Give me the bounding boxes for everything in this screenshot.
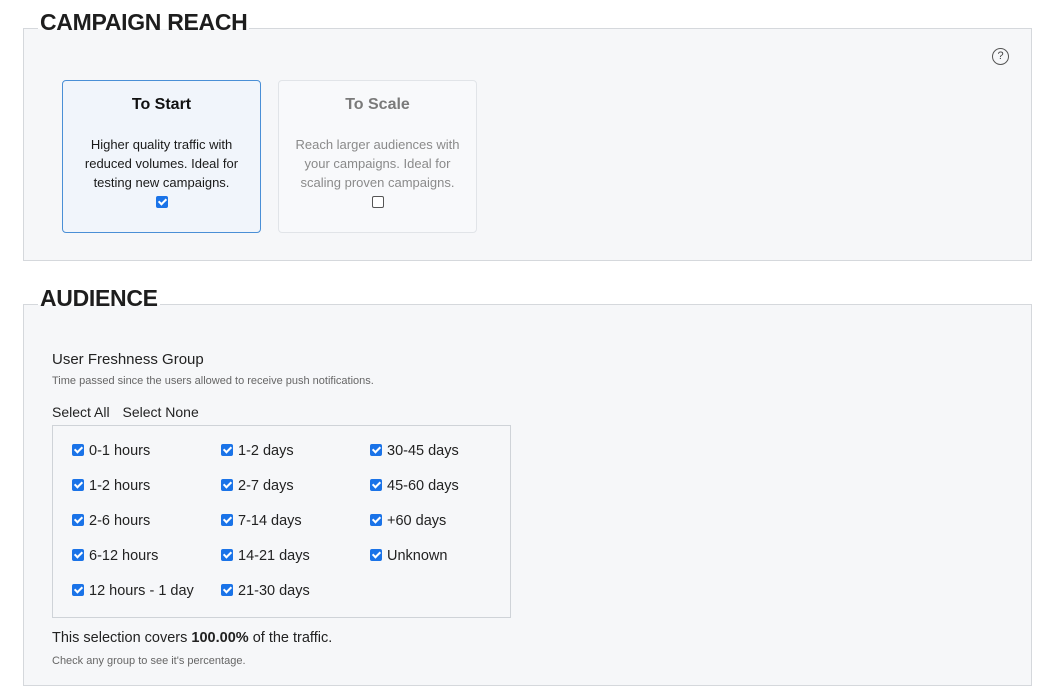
group-label: 2-6 hours bbox=[89, 513, 151, 529]
group-checkbox[interactable] bbox=[72, 478, 84, 491]
group-label: +60 days bbox=[387, 513, 447, 529]
option-description: Higher quality traffic with reduced volu… bbox=[84, 137, 239, 190]
group-label: 1-2 days bbox=[238, 443, 294, 459]
group-item[interactable]: 21-30 days bbox=[221, 583, 310, 618]
group-label: 12 hours - 1 day bbox=[89, 583, 194, 599]
group-checkbox[interactable] bbox=[72, 443, 84, 456]
group-item[interactable]: 30-45 days bbox=[370, 443, 459, 478]
group-checkbox[interactable] bbox=[221, 478, 233, 491]
option-title: To Start bbox=[131, 96, 192, 113]
group-label: 30-45 days bbox=[387, 443, 459, 459]
group-item[interactable]: 14-21 days bbox=[221, 548, 310, 583]
coverage-hint: Check any group to see it's percentage. bbox=[52, 655, 246, 667]
group-checkbox[interactable] bbox=[72, 548, 84, 561]
coverage-suffix: of the traffic. bbox=[248, 630, 333, 646]
group-label: 6-12 hours bbox=[89, 548, 159, 564]
option-description: Reach larger audiences with your campaig… bbox=[295, 137, 460, 190]
freshness-group-hint: Time passed since the users allowed to r… bbox=[52, 375, 374, 387]
select-links: Select All Select None bbox=[52, 404, 208, 420]
group-checkbox[interactable] bbox=[221, 583, 233, 596]
coverage-value: 100.00% bbox=[191, 630, 249, 646]
group-checkbox[interactable] bbox=[221, 548, 233, 561]
group-item[interactable]: Unknown bbox=[370, 548, 459, 583]
group-checkbox[interactable] bbox=[370, 513, 382, 526]
option-title: To Scale bbox=[345, 96, 410, 113]
group-label: 2-7 days bbox=[238, 478, 294, 494]
group-item[interactable]: 2-6 hours bbox=[72, 513, 194, 548]
group-label: 45-60 days bbox=[387, 478, 459, 494]
group-checkbox[interactable] bbox=[72, 583, 84, 596]
coverage-prefix: This selection covers bbox=[52, 630, 192, 646]
group-item[interactable]: 6-12 hours bbox=[72, 548, 194, 583]
group-label: 1-2 hours bbox=[89, 478, 151, 494]
group-item[interactable]: 1-2 hours bbox=[72, 478, 194, 513]
group-item[interactable]: 0-1 hours bbox=[72, 443, 194, 478]
group-label: Unknown bbox=[387, 548, 448, 564]
group-label: 21-30 days bbox=[238, 583, 310, 599]
group-item[interactable]: 45-60 days bbox=[370, 478, 459, 513]
group-checkbox[interactable] bbox=[370, 548, 382, 561]
freshness-groups-box: 0-1 hours 1-2 hours 2-6 hours 6-12 hours… bbox=[52, 425, 511, 618]
group-checkbox[interactable] bbox=[370, 478, 382, 491]
group-label: 7-14 days bbox=[238, 513, 302, 529]
option-checkbox[interactable] bbox=[371, 195, 384, 208]
group-checkbox[interactable] bbox=[370, 443, 382, 456]
group-item[interactable]: 2-7 days bbox=[221, 478, 310, 513]
group-checkbox[interactable] bbox=[72, 513, 84, 526]
select-all-link[interactable]: Select All bbox=[52, 404, 110, 420]
coverage-text: This selection covers 100.00% of the tra… bbox=[52, 630, 332, 646]
group-checkbox[interactable] bbox=[221, 513, 233, 526]
help-icon[interactable]: ? bbox=[992, 48, 1009, 65]
group-checkbox[interactable] bbox=[221, 443, 233, 456]
group-label: 0-1 hours bbox=[89, 443, 151, 459]
group-column: 1-2 days 2-7 days 7-14 days 14-21 days 2… bbox=[221, 443, 310, 618]
audience-panel: AUDIENCE User Freshness Group Time passe… bbox=[23, 285, 1032, 686]
group-item[interactable]: 12 hours - 1 day bbox=[72, 583, 194, 618]
reach-option-to-scale[interactable]: To Scale Reach larger audiences with you… bbox=[278, 80, 477, 233]
audience-title: AUDIENCE bbox=[38, 285, 160, 312]
campaign-reach-panel: CAMPAIGN REACH ? To Start Higher quality… bbox=[23, 9, 1032, 261]
select-none-link[interactable]: Select None bbox=[122, 404, 198, 420]
group-item[interactable]: 7-14 days bbox=[221, 513, 310, 548]
group-column: 0-1 hours 1-2 hours 2-6 hours 6-12 hours… bbox=[72, 443, 194, 618]
campaign-reach-title: CAMPAIGN REACH bbox=[38, 9, 250, 36]
option-checkbox[interactable] bbox=[155, 195, 168, 208]
group-column: 30-45 days 45-60 days +60 days Unknown bbox=[370, 443, 459, 583]
group-item[interactable]: 1-2 days bbox=[221, 443, 310, 478]
group-label: 14-21 days bbox=[238, 548, 310, 564]
group-item[interactable]: +60 days bbox=[370, 513, 459, 548]
freshness-group-label: User Freshness Group bbox=[52, 351, 204, 368]
reach-option-to-start[interactable]: To Start Higher quality traffic with red… bbox=[62, 80, 261, 233]
